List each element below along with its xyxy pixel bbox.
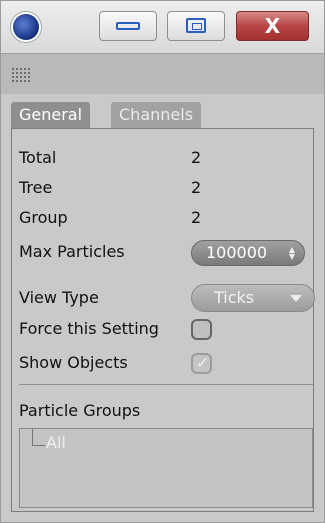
maximize-button[interactable] <box>167 11 225 41</box>
maximize-icon <box>186 18 206 33</box>
minimize-icon <box>116 22 140 30</box>
close-icon: X <box>264 14 281 38</box>
tab-general[interactable]: General <box>11 102 91 128</box>
show-objects-checkbox[interactable]: ✓ <box>191 353 212 374</box>
close-button[interactable]: X <box>236 11 309 41</box>
group-label: Group <box>19 208 68 227</box>
stepper-arrows-icon[interactable]: ▲ ▼ <box>288 246 296 261</box>
app-sphere-icon[interactable] <box>13 14 39 40</box>
tree-label: Tree <box>19 178 53 197</box>
view-type-selected: Ticks <box>214 288 255 307</box>
max-particles-stepper[interactable]: 100000 ▲ ▼ <box>191 240 305 266</box>
force-setting-checkbox[interactable] <box>191 319 212 340</box>
show-objects-label: Show Objects <box>19 353 128 372</box>
grip-icon[interactable] <box>11 67 31 83</box>
view-type-select[interactable]: Ticks <box>191 284 315 312</box>
force-setting-label: Force this Setting <box>19 319 159 338</box>
group-value: 2 <box>191 208 202 227</box>
tab-channels[interactable]: Channels <box>111 102 202 128</box>
total-value: 2 <box>191 148 202 167</box>
max-particles-value: 100000 <box>206 243 268 262</box>
max-particles-label: Max Particles <box>19 242 125 261</box>
tree-item-all[interactable]: All <box>46 433 66 452</box>
tree-branch-icon <box>32 429 45 446</box>
minimize-button[interactable] <box>99 11 157 41</box>
view-type-label: View Type <box>19 288 99 307</box>
section-divider <box>19 384 313 385</box>
particle-groups-label: Particle Groups <box>19 401 141 420</box>
total-label: Total <box>19 148 57 167</box>
toolbar-grip-bar[interactable] <box>1 53 324 94</box>
chevron-down-icon <box>290 295 302 302</box>
title-bar: X <box>1 1 324 53</box>
tree-value: 2 <box>191 178 202 197</box>
checkmark-icon: ✓ <box>196 353 210 372</box>
particle-groups-list[interactable]: All <box>19 428 313 508</box>
particle-settings-window: X General Channels Total 2 Tree 2 Group … <box>0 0 325 523</box>
